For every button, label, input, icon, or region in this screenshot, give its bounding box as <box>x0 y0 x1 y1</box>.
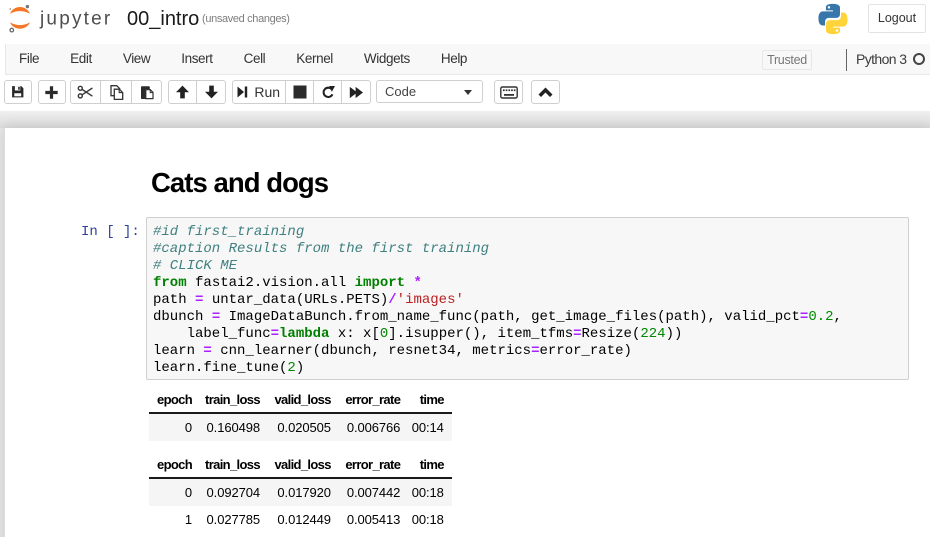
svg-text:jupyter: jupyter <box>39 8 112 29</box>
